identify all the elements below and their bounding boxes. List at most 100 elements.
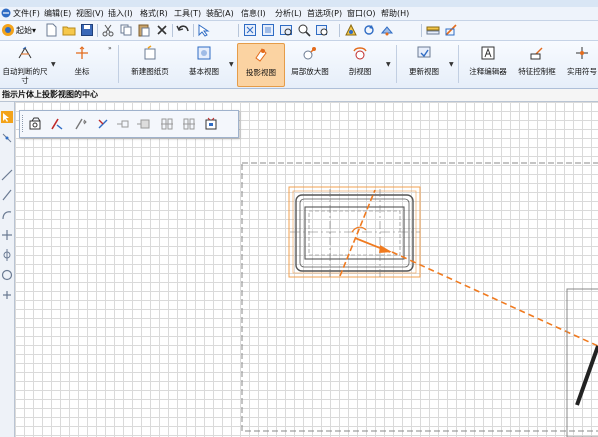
update-view-icon <box>417 46 431 58</box>
chevron-down-icon[interactable]: ▼ <box>51 61 56 68</box>
cut-icon[interactable] <box>101 23 115 37</box>
arc-icon[interactable] <box>1 209 13 221</box>
move-view-icon[interactable] <box>136 117 150 131</box>
toolbar-separator <box>193 24 194 37</box>
ribbon-overflow-icon[interactable]: » <box>108 45 112 52</box>
zoom-window-icon[interactable] <box>261 23 275 37</box>
hinge-line <box>339 189 376 277</box>
cross-icon[interactable] <box>1 229 13 241</box>
auto-dimension-button[interactable]: 自动判断的尺 寸 <box>0 43 50 85</box>
plus-icon[interactable] <box>1 289 13 301</box>
utility-symbol-button[interactable]: 实用符号 <box>562 43 598 85</box>
projected-view-edge <box>575 345 598 406</box>
hinge-line-icon[interactable] <box>50 117 64 131</box>
projected-view-toolbar <box>19 110 239 138</box>
zoom-out-icon[interactable] <box>315 23 329 37</box>
chevron-down-icon[interactable]: ▼ <box>229 61 234 68</box>
menu-tools[interactable]: 工具(T) <box>174 8 201 19</box>
rotate-view-icon[interactable] <box>362 23 376 37</box>
update-view-button[interactable]: 更新视图 <box>402 43 446 85</box>
detail-view-button[interactable]: 局部放大图 <box>286 43 334 85</box>
menu-analysis[interactable]: 分析(L) <box>275 8 302 19</box>
cue-line-text: 指示片体上投影视图的中心 <box>2 90 98 99</box>
section-view-button[interactable]: 剖视图 <box>338 43 382 85</box>
preview-icon[interactable] <box>204 117 218 131</box>
menu-bar: 文件(F) 编辑(E) 视图(V) 插入(I) 格式(R) 工具(T) 装配(A… <box>0 7 598 21</box>
view-origin-icon[interactable] <box>116 117 130 131</box>
delete-icon[interactable] <box>155 23 169 37</box>
paste-icon[interactable] <box>137 23 151 37</box>
chevron-down-icon[interactable]: ▼ <box>449 61 454 68</box>
menu-assembly[interactable]: 装配(A) <box>206 8 234 19</box>
undo-icon[interactable] <box>176 23 190 37</box>
base-view-geometry[interactable] <box>290 189 420 277</box>
layer-settings-icon[interactable] <box>426 23 440 37</box>
select-arrow-icon[interactable] <box>1 111 13 123</box>
menu-window[interactable]: 窗口(O) <box>347 8 376 19</box>
open-folder-icon[interactable] <box>62 23 76 37</box>
chevron-down-icon[interactable]: ▼ <box>386 61 391 68</box>
ribbon-separator <box>458 45 459 83</box>
toolbar-separator <box>97 24 98 37</box>
start-icon[interactable] <box>1 23 15 37</box>
toolbar-separator <box>238 24 239 37</box>
toolbar-grip[interactable] <box>22 115 26 132</box>
base-view-button[interactable]: 基本视图 <box>180 43 228 85</box>
sketch-point-icon[interactable] <box>1 132 13 144</box>
note-editor-button[interactable]: 注释编辑器 <box>464 43 512 85</box>
toolbar-separator <box>421 24 422 37</box>
left-sketch-toolbar <box>0 102 15 437</box>
feature-control-frame-label: 特征控制框 <box>518 67 556 76</box>
drawing-sheet[interactable] <box>15 102 598 437</box>
edit-section-icon[interactable] <box>444 23 458 37</box>
new-sheet-label: 新建图纸页 <box>131 67 169 76</box>
fit-view-icon[interactable] <box>243 23 257 37</box>
utility-symbol-icon <box>576 47 588 59</box>
detail-view-icon <box>303 47 316 60</box>
projected-view-button[interactable]: 投影视图 <box>237 43 285 87</box>
zoom-region-icon[interactable] <box>279 23 293 37</box>
menu-preferences[interactable]: 首选项(P) <box>307 8 342 19</box>
feature-control-frame-button[interactable]: 特征控制框 <box>514 43 560 85</box>
save-icon[interactable] <box>80 23 94 37</box>
section-view-label: 剖视图 <box>348 67 372 76</box>
detail-view-label: 局部放大图 <box>291 67 329 76</box>
quick-access-toolbar: 起始▾ <box>0 21 598 41</box>
parent-view-icon[interactable] <box>28 117 42 131</box>
menu-view[interactable]: 视图(V) <box>76 8 104 19</box>
projected-view-icon <box>255 48 267 62</box>
new-file-icon[interactable] <box>44 23 58 37</box>
display-mode-icon[interactable] <box>380 23 394 37</box>
copy-icon[interactable] <box>119 23 133 37</box>
section-view-icon <box>353 47 367 60</box>
nx-app-icon <box>1 8 11 18</box>
reverse-direction-icon[interactable] <box>96 117 110 131</box>
zoom-icon[interactable] <box>297 23 311 37</box>
circle-icon[interactable] <box>1 269 13 281</box>
slash-line-icon[interactable] <box>1 189 13 201</box>
menu-help[interactable]: 帮助(H) <box>381 8 409 19</box>
vector-direction-icon[interactable] <box>74 117 88 131</box>
menu-insert[interactable]: 插入(I) <box>108 8 133 19</box>
selection-filter-icon[interactable] <box>197 23 211 37</box>
menu-format[interactable]: 格式(R) <box>140 8 168 19</box>
ribbon-separator <box>118 45 119 83</box>
base-view-icon <box>197 46 211 60</box>
menu-edit[interactable]: 编辑(E) <box>44 8 71 19</box>
utility-symbol-label: 实用符号 <box>567 67 597 76</box>
menu-info[interactable]: 信息(I) <box>241 8 266 19</box>
start-button[interactable]: 起始▾ <box>16 25 36 36</box>
associative-alignment-icon[interactable] <box>182 117 196 131</box>
line-icon[interactable] <box>1 169 13 181</box>
toolbar-separator <box>339 24 340 37</box>
orient-view-icon[interactable] <box>344 23 358 37</box>
drawing-canvas[interactable] <box>15 102 598 437</box>
new-sheet-button[interactable]: 新建图纸页 <box>124 43 176 85</box>
centerline-icon[interactable] <box>1 249 13 261</box>
coordinate-label: 坐标 <box>74 67 90 76</box>
projected-view-label: 投影视图 <box>246 68 276 77</box>
menu-file[interactable]: 文件(F) <box>13 8 40 19</box>
coordinate-button[interactable]: 坐标 <box>60 43 104 85</box>
view-style-icon[interactable] <box>160 117 174 131</box>
note-editor-label: 注释编辑器 <box>469 67 507 76</box>
